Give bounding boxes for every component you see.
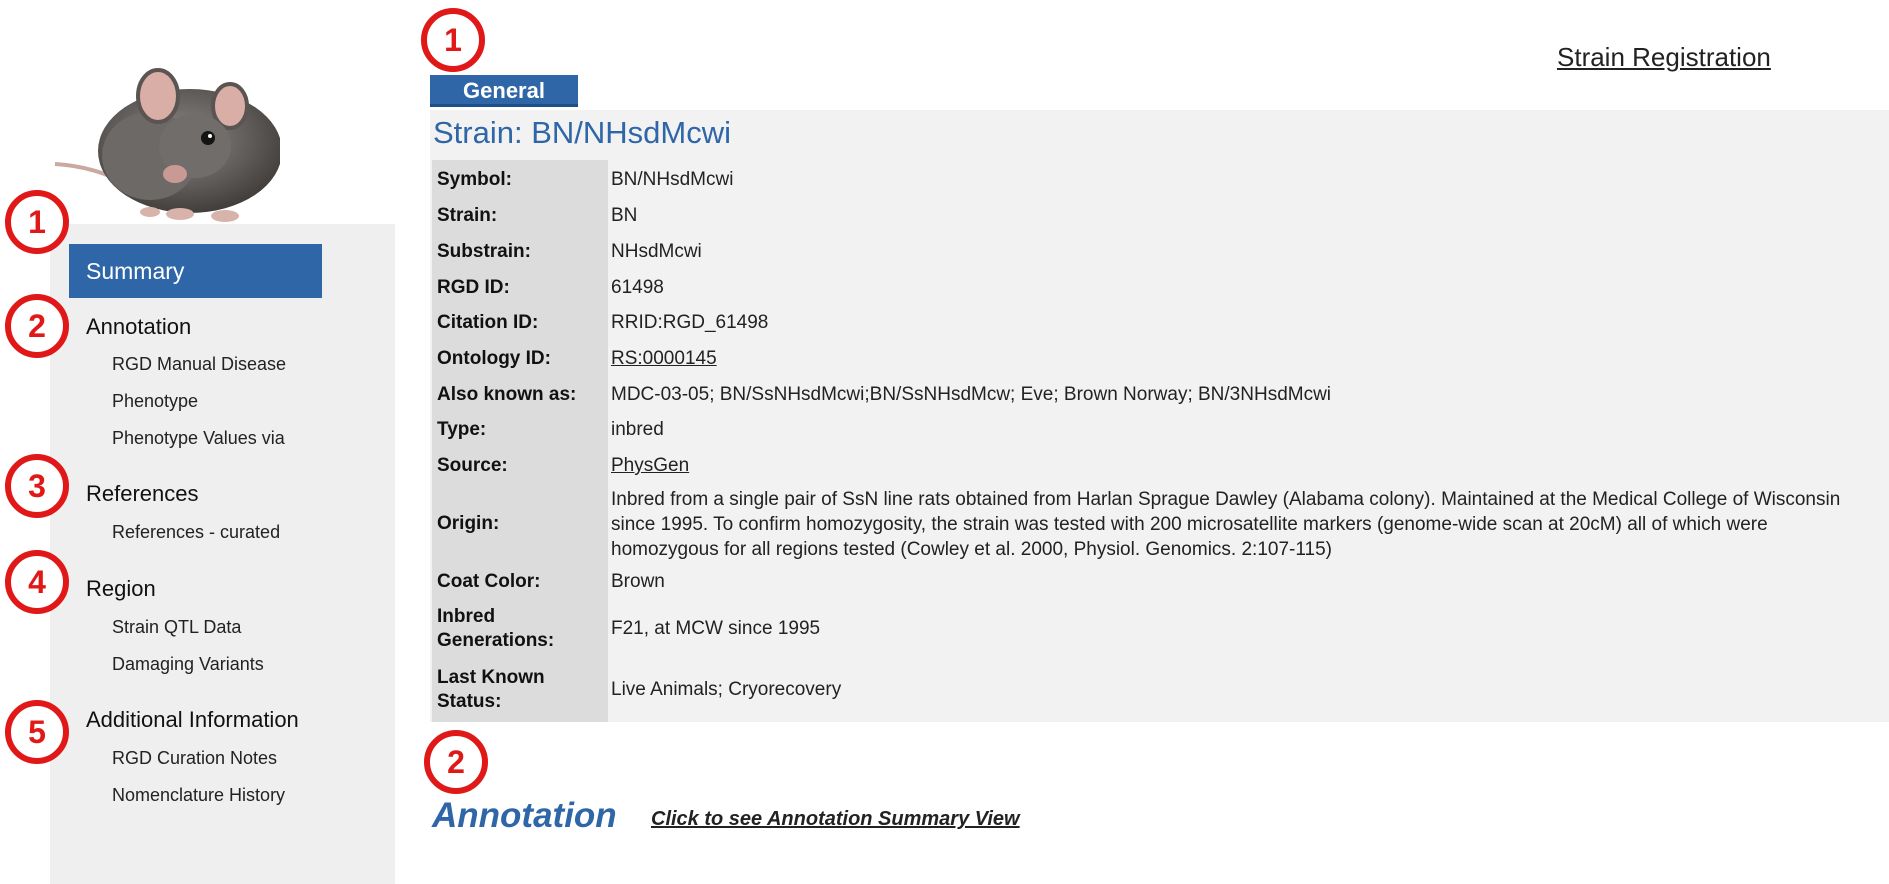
sidebar-item-phenotype-values[interactable]: Phenotype Values via — [112, 428, 285, 449]
sidebar-heading-references[interactable]: References — [86, 481, 199, 507]
value-symbol: BN/NHsdMcwi — [611, 169, 734, 190]
label-inbred-generations: Inbred Generations: — [437, 606, 555, 651]
sidebar-heading-region[interactable]: Region — [86, 576, 156, 602]
value-citation-id: RRID:RGD_61498 — [611, 312, 769, 333]
callout-marker-2: 2 — [5, 294, 69, 358]
callout-marker-4: 4 — [5, 550, 69, 614]
label-also-known-as: Also known as: — [437, 384, 577, 405]
label-citation-id: Citation ID: — [437, 312, 539, 333]
sidebar-item-rgd-manual-disease[interactable]: RGD Manual Disease — [112, 354, 286, 375]
sidebar-item-references-curated[interactable]: References - curated — [112, 522, 280, 543]
callout-marker-3: 3 — [5, 454, 69, 518]
ontology-id-link[interactable]: RS:0000145 — [611, 348, 717, 369]
annotation-summary-view-link[interactable]: Click to see Annotation Summary View — [651, 808, 1020, 831]
rat-photo — [54, 68, 280, 222]
annotation-heading: Annotation — [432, 796, 617, 835]
value-inbred-generations: F21, at MCW since 1995 — [611, 618, 821, 639]
label-substrain: Substrain: — [437, 241, 531, 262]
label-ontology-id: Ontology ID: — [437, 348, 551, 369]
tab-general[interactable]: General — [430, 75, 578, 107]
label-symbol: Symbol: — [437, 169, 512, 190]
label-source: Source: — [437, 455, 508, 476]
value-rgd-id: 61498 — [611, 277, 664, 298]
callout-marker-5: 5 — [5, 700, 69, 764]
label-type: Type: — [437, 419, 487, 440]
value-type: inbred — [611, 419, 664, 440]
value-last-known-status: Live Animals; Cryorecovery — [611, 679, 842, 700]
value-substrain: NHsdMcwi — [611, 241, 702, 262]
value-source: PhysGen — [611, 454, 1871, 478]
value-origin: Inbred from a single pair of SsN line ra… — [611, 489, 1841, 560]
sidebar-item-rgd-curation-notes[interactable]: RGD Curation Notes — [112, 748, 277, 769]
summary-button[interactable]: Summary — [69, 244, 322, 298]
sidebar-item-strain-qtl-data[interactable]: Strain QTL Data — [112, 617, 241, 638]
value-ontology-id: RS:0000145 — [611, 347, 1871, 371]
value-strain: BN — [611, 205, 638, 226]
sidebar-heading-annotation[interactable]: Annotation — [86, 314, 191, 340]
label-origin: Origin: — [437, 513, 500, 534]
callout-marker-main-2: 2 — [424, 730, 488, 794]
callout-marker-main-1: 1 — [421, 8, 485, 72]
sidebar-item-damaging-variants[interactable]: Damaging Variants — [112, 654, 264, 675]
value-also-known-as: MDC-03-05; BN/SsNHsdMcwi;BN/SsNHsdMcw; E… — [611, 384, 1332, 405]
sidebar-item-nomenclature-history[interactable]: Nomenclature History — [112, 785, 285, 806]
callout-marker-1: 1 — [5, 190, 69, 254]
sidebar-item-phenotype[interactable]: Phenotype — [112, 391, 198, 412]
label-last-known-status: Last Known Status: — [437, 667, 545, 712]
label-coat-color: Coat Color: — [437, 571, 541, 592]
page-title: Strain: BN/NHsdMcwi — [433, 115, 731, 150]
label-strain: Strain: — [437, 205, 498, 226]
strain-registration-link[interactable]: Strain Registration — [1557, 42, 1771, 73]
label-rgd-id: RGD ID: — [437, 277, 510, 298]
value-coat-color: Brown — [611, 571, 665, 592]
sidebar-heading-additional-information[interactable]: Additional Information — [86, 707, 299, 733]
source-link[interactable]: PhysGen — [611, 455, 689, 476]
